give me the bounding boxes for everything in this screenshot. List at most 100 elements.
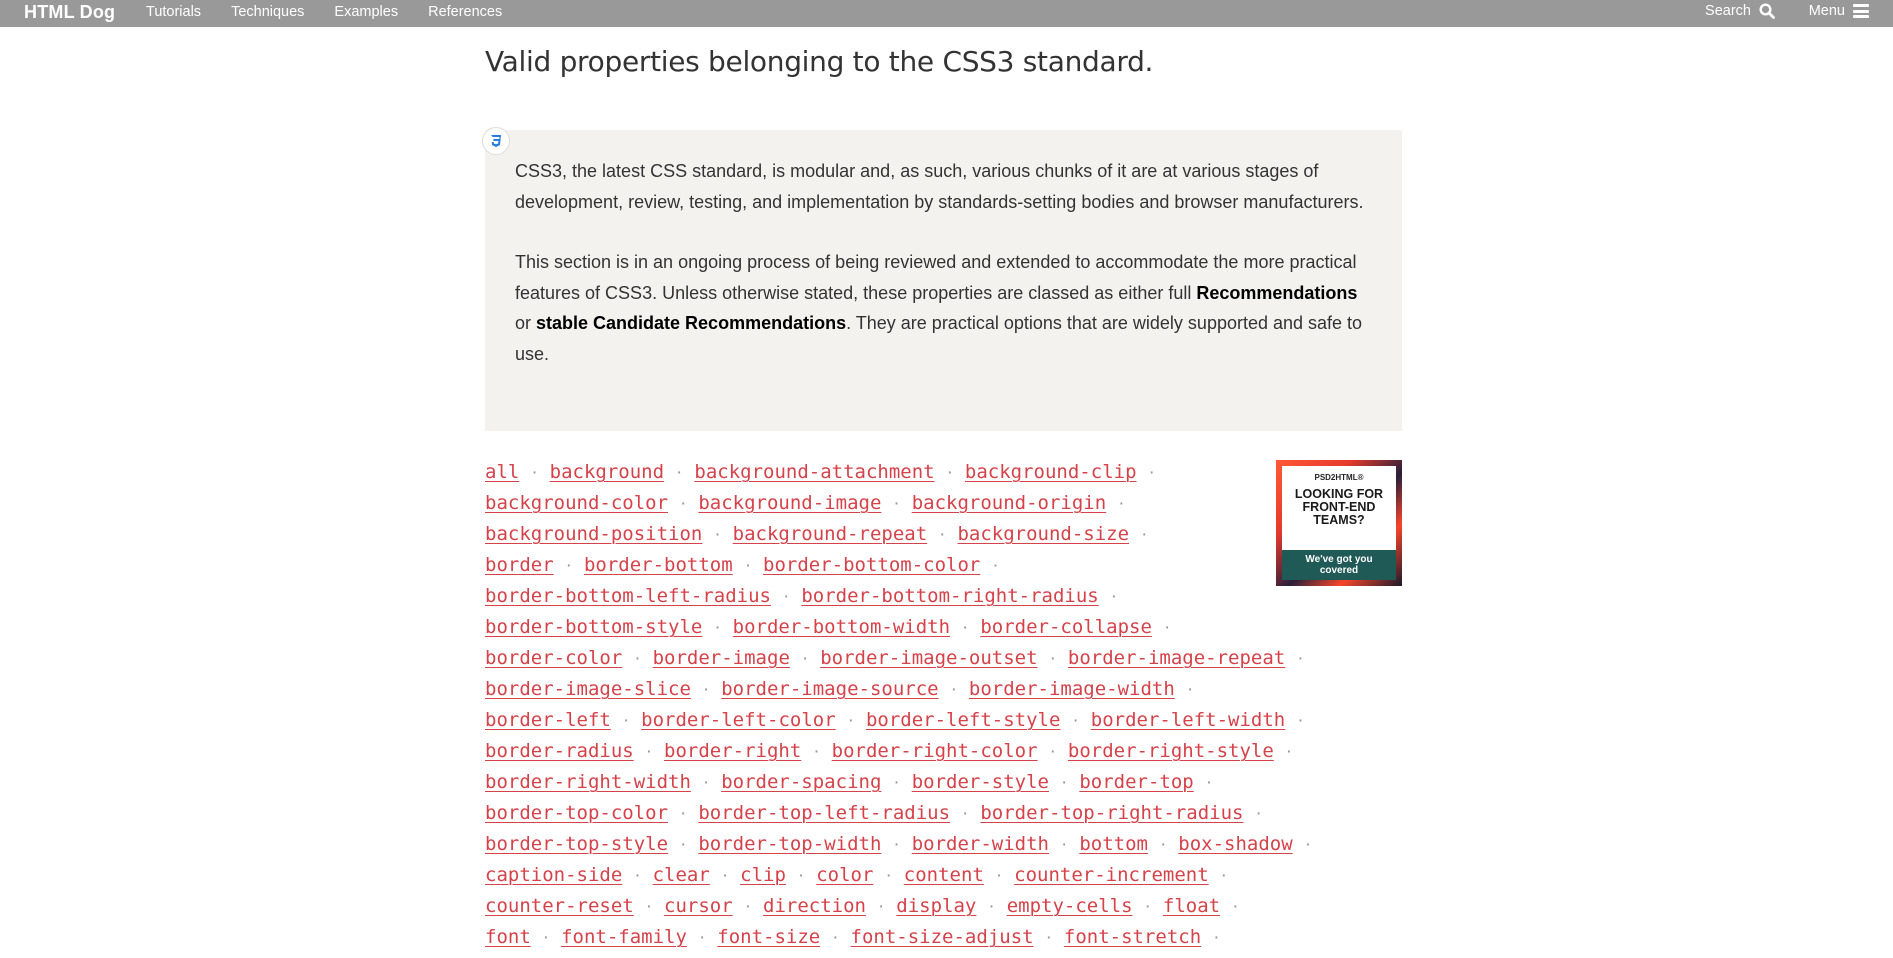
link-separator: · (1186, 679, 1194, 700)
property-link[interactable]: border-top-color (485, 802, 668, 824)
link-separator: · (1049, 741, 1056, 762)
property-link[interactable]: font-size-adjust (851, 926, 1034, 948)
property-link[interactable]: border-top-left-radius (698, 802, 950, 824)
link-separator: · (680, 803, 687, 824)
link-separator: · (995, 865, 1003, 886)
link-separator: · (721, 865, 729, 886)
link-separator: · (946, 462, 953, 483)
property-link[interactable]: border-bottom (584, 554, 733, 576)
link-separator: · (893, 493, 900, 514)
link-separator: · (1285, 741, 1293, 762)
property-link[interactable]: border (485, 554, 554, 576)
property-link[interactable]: background-color (485, 492, 668, 514)
property-link[interactable]: border-left-color (641, 709, 835, 731)
property-link[interactable]: content (904, 864, 984, 886)
ad-footer-line: We've got you (1305, 554, 1373, 565)
property-link[interactable]: border-collapse (980, 616, 1152, 638)
property-link[interactable]: border-bottom-style (485, 616, 702, 638)
property-link[interactable]: border-image-outset (820, 647, 1037, 669)
note-paragraph-2: This section is in an ongoing process of… (515, 247, 1372, 369)
link-separator: · (885, 865, 892, 886)
property-link[interactable]: direction (763, 895, 866, 917)
property-link[interactable]: font-family (561, 926, 687, 948)
property-link[interactable]: caption-side (485, 864, 622, 886)
property-link[interactable]: border-bottom-color (763, 554, 980, 576)
link-separator: · (797, 865, 805, 886)
property-link[interactable]: border-top-style (485, 833, 668, 855)
property-link[interactable]: background-size (957, 523, 1129, 545)
property-link[interactable]: border-image-repeat (1068, 647, 1285, 669)
property-link[interactable]: border-top (1079, 771, 1193, 793)
property-link[interactable]: background-repeat (733, 523, 927, 545)
property-link[interactable]: color (816, 864, 873, 886)
property-link[interactable]: border-bottom-width (733, 616, 950, 638)
property-row: background-color · background-image · backgr… (485, 488, 1385, 519)
property-link[interactable]: clear (653, 864, 710, 886)
link-separator: · (1110, 586, 1118, 607)
property-link[interactable]: border-bottom-right-radius (801, 585, 1098, 607)
search-button[interactable]: Search (1705, 3, 1775, 19)
advertisement-banner[interactable]: PSD2HTML® LOOKING FOR FRONT-END TEAMS? W… (1276, 460, 1402, 586)
property-link[interactable]: counter-reset (485, 895, 634, 917)
link-separator: · (832, 927, 839, 948)
ad-headline: LOOKING FOR FRONT-END TEAMS? (1295, 488, 1383, 527)
nav-techniques[interactable]: Techniques (231, 4, 304, 20)
property-link[interactable]: border-image-width (969, 678, 1175, 700)
property-link[interactable]: border-right-color (832, 740, 1038, 762)
property-link[interactable]: display (896, 895, 976, 917)
property-link[interactable]: empty-cells (1007, 895, 1133, 917)
link-separator: · (782, 586, 790, 607)
property-link[interactable]: background-image (698, 492, 881, 514)
property-row: border-right-width · border-spacing · border… (485, 767, 1385, 798)
property-link[interactable]: background (550, 461, 664, 483)
property-link[interactable]: border-left-width (1091, 709, 1285, 731)
property-link[interactable]: border-left-style (866, 709, 1060, 731)
property-link[interactable]: background-origin (912, 492, 1106, 514)
nav-references[interactable]: References (428, 4, 502, 20)
property-link[interactable]: all (485, 461, 519, 483)
property-link[interactable]: border-top-width (698, 833, 881, 855)
property-link[interactable]: border-image-slice (485, 678, 691, 700)
link-separator: · (542, 927, 550, 948)
property-link[interactable]: border-radius (485, 740, 634, 762)
property-link[interactable]: counter-increment (1014, 864, 1208, 886)
property-link[interactable]: border-left (485, 709, 611, 731)
property-link[interactable]: border-right-width (485, 771, 691, 793)
link-separator: · (645, 896, 653, 917)
main-content: Valid properties belonging to the CSS3 s… (482, 27, 1402, 948)
link-separator: · (939, 524, 946, 545)
link-separator: · (992, 555, 999, 576)
property-link[interactable]: border-width (912, 833, 1049, 855)
menu-button[interactable]: Menu (1809, 3, 1869, 19)
property-link[interactable]: border-image (653, 647, 790, 669)
site-logo-link[interactable]: HTML Dog (24, 2, 115, 23)
property-link[interactable]: font (485, 926, 531, 948)
search-icon (1759, 3, 1775, 19)
property-link[interactable]: background-attachment (694, 461, 934, 483)
menu-label: Menu (1808, 3, 1845, 19)
main-nav: Tutorials Techniques Examples References (146, 4, 532, 20)
property-link[interactable]: border-image-source (721, 678, 938, 700)
property-link[interactable]: background-clip (965, 461, 1137, 483)
property-link[interactable]: border-right-style (1068, 740, 1274, 762)
property-link[interactable]: border-style (912, 771, 1049, 793)
link-separator: · (1232, 896, 1239, 917)
property-row: border-color · border-image · border-image-o… (485, 643, 1385, 674)
nav-examples[interactable]: Examples (334, 4, 398, 20)
property-link[interactable]: box-shadow (1178, 833, 1292, 855)
property-link[interactable]: border-right (664, 740, 801, 762)
property-link[interactable]: bottom (1079, 833, 1148, 855)
property-link[interactable]: background-position (485, 523, 702, 545)
property-link[interactable]: border-color (485, 647, 622, 669)
property-link[interactable]: clip (740, 864, 786, 886)
property-link[interactable]: font-stretch (1064, 926, 1201, 948)
property-link[interactable]: border-top-right-radius (980, 802, 1243, 824)
property-link[interactable]: border-spacing (721, 771, 881, 793)
property-link[interactable]: border-bottom-left-radius (485, 585, 771, 607)
nav-tutorials[interactable]: Tutorials (146, 4, 201, 20)
property-link[interactable]: font-size (717, 926, 820, 948)
link-separator: · (698, 927, 706, 948)
property-link[interactable]: cursor (664, 895, 733, 917)
property-link[interactable]: float (1163, 895, 1220, 917)
link-separator: · (702, 679, 710, 700)
